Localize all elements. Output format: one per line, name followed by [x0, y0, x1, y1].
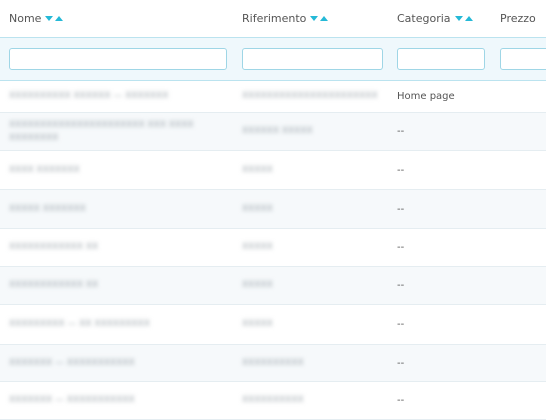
cell-categoria: -- — [388, 345, 491, 381]
product-name: XXXXX XXXXXXX — [9, 203, 86, 214]
table-body: XXXXXXXXXX XXXXXX — XXXXXXX XXXXXXXXXXXX… — [0, 81, 546, 420]
product-reference: XXXXXX XXXXX — [242, 126, 313, 136]
cell-nome: XXXXXXXXXXXX XX — [0, 267, 233, 304]
cell-riferimento: XXXXX — [233, 190, 388, 228]
sort-controls-nome — [45, 16, 64, 21]
product-name: XXXX XXXXXXX — [9, 164, 80, 175]
table-header: Nome Riferimento Categoria Prezzo — [0, 0, 546, 37]
column-label-riferimento: Riferimento — [242, 12, 307, 25]
sort-desc-icon[interactable] — [310, 16, 319, 21]
table-row[interactable]: XXXXX XXXXXXX XXXXX -- — [0, 190, 546, 229]
product-name: XXXXXXXXXX XXXXXX — XXXXXXX — [9, 91, 169, 101]
column-header-prezzo[interactable]: Prezzo — [491, 0, 546, 37]
cell-nome: XXXXXXXXXXXX XX — [0, 229, 233, 266]
sort-asc-icon[interactable] — [464, 16, 473, 21]
product-name: XXXXXXXXXXXX XX — [9, 242, 99, 252]
product-name: XXXXXXX — XXXXXXXXXXX — [9, 357, 135, 368]
table-row[interactable]: XXXXXXX — XXXXXXXXXXX XXXXXXXXXX -- — [0, 382, 546, 420]
column-label-categoria: Categoria — [397, 12, 451, 25]
product-category: -- — [397, 164, 405, 176]
sort-controls-categoria — [454, 16, 473, 21]
product-reference: XXXXXXXXXX — [242, 395, 304, 405]
column-header-nome[interactable]: Nome — [0, 0, 233, 37]
column-header-categoria[interactable]: Categoria — [388, 0, 491, 37]
table-row[interactable]: XXXXXXXXXXXXXXXXXXXXXX XXX XXXX XXXXXXXX… — [0, 113, 546, 151]
product-name: XXXXXXXXXXXXXXXXXXXXXX XXX XXXX XXXXXXXX — [9, 119, 194, 143]
cell-riferimento: XXXXXX XXXXX — [233, 113, 388, 150]
product-category: -- — [397, 319, 405, 330]
cell-categoria: -- — [388, 267, 491, 304]
filter-input-prezzo[interactable] — [500, 48, 546, 70]
cell-categoria: Home page — [388, 81, 491, 112]
product-reference: XXXXX — [242, 164, 273, 175]
cell-riferimento: XXXXX — [233, 305, 388, 344]
filter-row — [0, 37, 546, 81]
product-name: XXXXXXXXX — XX XXXXXXXXX — [9, 319, 150, 329]
cell-nome: XXXXXXXXXX XXXXXX — XXXXXXX — [0, 81, 233, 112]
product-reference: XXXXX — [242, 242, 273, 252]
table-row[interactable]: XXXXXXXXXXXX XX XXXXX -- — [0, 267, 546, 305]
column-label-prezzo: Prezzo — [500, 12, 536, 25]
product-category: -- — [397, 203, 405, 215]
cell-nome: XXXXXXXXXXXXXXXXXXXXXX XXX XXXX XXXXXXXX — [0, 113, 233, 150]
table-row[interactable]: XXXXXXXXXX XXXXXX — XXXXXXX XXXXXXXXXXXX… — [0, 81, 546, 113]
filter-cell-categoria — [388, 38, 491, 80]
product-reference: XXXXXXXXXX — [242, 357, 304, 368]
cell-nome: XXXXXXXXX — XX XXXXXXXXX — [0, 305, 233, 344]
product-name: XXXXXXXXXXXX XX — [9, 280, 99, 290]
column-header-riferimento[interactable]: Riferimento — [233, 0, 388, 37]
table-row[interactable]: XXXXXXXXXXXX XX XXXXX -- — [0, 229, 546, 267]
cell-riferimento: XXXXXXXXXX — [233, 382, 388, 419]
table-row[interactable]: XXXXXXXXX — XX XXXXXXXXX XXXXX -- — [0, 305, 546, 345]
cell-nome: XXXXXXX — XXXXXXXXXXX — [0, 345, 233, 381]
filter-cell-nome — [0, 38, 233, 80]
cell-nome: XXXX XXXXXXX — [0, 151, 233, 189]
cell-categoria: -- — [388, 151, 491, 189]
cell-categoria: -- — [388, 229, 491, 266]
product-category: -- — [397, 395, 405, 406]
filter-input-riferimento[interactable] — [242, 48, 383, 70]
product-name: XXXXXXX — XXXXXXXXXXX — [9, 395, 135, 405]
sort-asc-icon[interactable] — [320, 16, 329, 21]
filter-cell-riferimento — [233, 38, 388, 80]
product-reference: XXXXX — [242, 203, 273, 214]
filter-cell-prezzo — [491, 38, 546, 80]
cell-categoria: -- — [388, 382, 491, 419]
sort-desc-icon[interactable] — [454, 16, 463, 21]
cell-riferimento: XXXXX — [233, 229, 388, 266]
product-category: -- — [397, 242, 405, 253]
table-row[interactable]: XXXX XXXXXXX XXXXX -- — [0, 151, 546, 190]
cell-nome: XXXXX XXXXXXX — [0, 190, 233, 228]
table-row[interactable]: XXXXXXX — XXXXXXXXXXX XXXXXXXXXX -- — [0, 345, 546, 382]
cell-riferimento: XXXXX — [233, 267, 388, 304]
product-category: Home page — [397, 91, 455, 102]
sort-asc-icon[interactable] — [55, 16, 64, 21]
cell-riferimento: XXXXXXXXXX — [233, 345, 388, 381]
product-category: -- — [397, 280, 405, 291]
sort-desc-icon[interactable] — [45, 16, 54, 21]
cell-categoria: -- — [388, 113, 491, 150]
cell-riferimento: XXXXX — [233, 151, 388, 189]
filter-input-nome[interactable] — [9, 48, 227, 70]
product-category: -- — [397, 126, 405, 137]
filter-input-categoria[interactable] — [397, 48, 485, 70]
product-reference: XXXXXXXXXXXXXXXXXXXXXX — [242, 91, 378, 101]
sort-controls-riferimento — [310, 16, 329, 21]
product-category: -- — [397, 357, 405, 369]
cell-riferimento: XXXXXXXXXXXXXXXXXXXXXX — [233, 81, 388, 112]
product-reference: XXXXX — [242, 319, 273, 329]
cell-categoria: -- — [388, 190, 491, 228]
cell-nome: XXXXXXX — XXXXXXXXXXX — [0, 382, 233, 419]
product-reference: XXXXX — [242, 280, 273, 290]
column-label-nome: Nome — [9, 12, 42, 25]
cell-categoria: -- — [388, 305, 491, 344]
